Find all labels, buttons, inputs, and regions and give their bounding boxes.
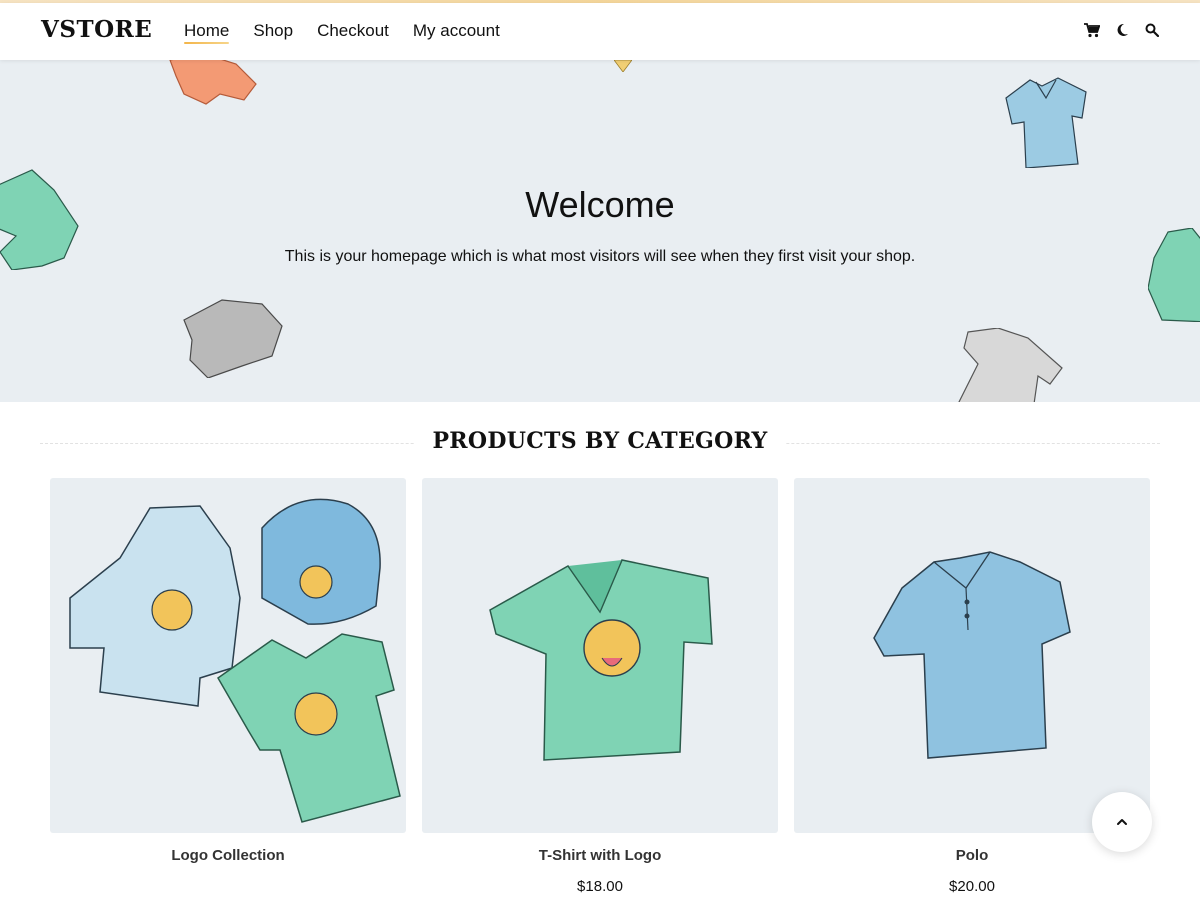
logo-collection-illustration [69,498,401,823]
hero-banner: Welcome This is your homepage which is w… [0,60,1200,402]
tshirt-with-logo-illustration [489,559,713,761]
search-icon[interactable] [1144,22,1160,38]
cart-icon[interactable] [1084,22,1100,38]
products-section-header: PRODUCTS BY CATEGORY [40,428,1160,460]
scroll-to-top-button[interactable] [1092,792,1152,852]
nav-home[interactable]: Home [184,21,230,44]
product-image[interactable] [794,478,1150,833]
category-card-tshirt-with-logo[interactable]: T-Shirt with Logo $18.00 [422,478,778,895]
section-title: PRODUCTS BY CATEGORY [414,428,786,454]
main-nav: Home Shop Checkout My account [184,21,500,44]
category-price: $18.00 [577,878,623,895]
category-card-logo-collection[interactable]: Logo Collection [50,478,406,895]
blue-polo-illustration [1005,77,1087,168]
product-image[interactable] [422,478,778,833]
nav-shop[interactable]: Shop [253,21,293,41]
grey-tshirt-illustration [958,328,1063,402]
hero-text: This is your homepage which is what most… [284,248,916,265]
category-name[interactable]: Logo Collection [50,847,406,864]
category-name[interactable]: Polo [794,847,1150,864]
nav-my-account[interactable]: My account [413,21,500,41]
product-category-grid: Logo Collection T-Shirt with Logo $18.00… [50,478,1150,895]
product-image[interactable] [50,478,406,833]
grey-hoodie-illustration [183,299,283,378]
hero-title: Welcome [525,184,675,225]
moon-icon[interactable] [1114,22,1130,38]
header-tools [1084,22,1160,38]
yellow-triangle-illustration [614,60,632,72]
chevron-up-icon [1117,819,1127,825]
category-price: $20.00 [949,878,995,895]
polo-illustration [873,551,1071,759]
site-header: VSTORE Home Shop Checkout My account [0,3,1200,60]
mint-jacket-illustration [1148,228,1200,322]
category-name[interactable]: T-Shirt with Logo [422,847,778,864]
site-logo[interactable]: VSTORE [41,16,152,43]
orange-hoodie-illustration [169,60,257,105]
nav-checkout[interactable]: Checkout [317,21,389,41]
